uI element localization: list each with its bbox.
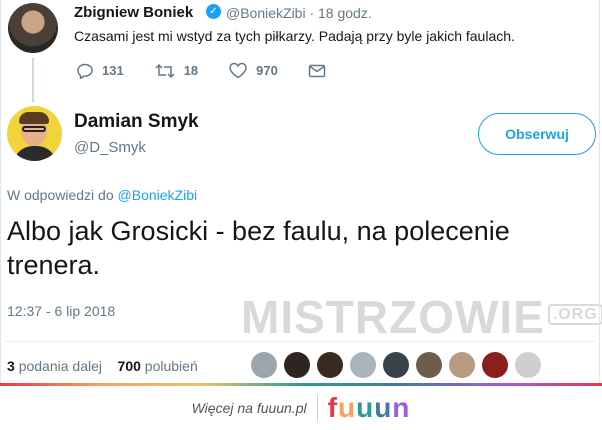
follow-button[interactable]: Obserwuj xyxy=(478,113,596,155)
tweet-timestamp[interactable]: 12:37 - 6 lip 2018 xyxy=(7,303,115,319)
liker-avatar[interactable] xyxy=(383,352,409,378)
liker-avatar[interactable] xyxy=(416,352,442,378)
like-action[interactable]: 970 xyxy=(228,62,278,79)
liker-avatar[interactable] xyxy=(350,352,376,378)
stats-divider xyxy=(5,341,595,342)
reply-author-handle[interactable]: @D_Smyk xyxy=(74,139,146,156)
mistrzowie-watermark: MISTRZOWIE .ORG xyxy=(241,290,602,344)
reply-action[interactable]: 131 xyxy=(76,63,124,79)
likers-avatars xyxy=(251,352,548,378)
liker-avatar[interactable] xyxy=(284,352,310,378)
parent-author-name[interactable]: Zbigniew Boniek xyxy=(74,4,193,21)
boniek-avatar[interactable] xyxy=(8,3,58,53)
reply-to-link[interactable]: @BoniekZibi xyxy=(118,187,198,203)
liker-avatar[interactable] xyxy=(515,352,541,378)
footer-separator xyxy=(316,395,318,421)
liker-avatar[interactable] xyxy=(251,352,277,378)
reply-prefix: W odpowiedzi do xyxy=(7,187,114,203)
thread-connector xyxy=(32,58,34,102)
more-link[interactable]: Więcej na fuuun.pl xyxy=(192,400,307,416)
engagement-stats: 3 podania dalej 700 polubień xyxy=(7,358,198,374)
reply-author-name[interactable]: Damian Smyk xyxy=(74,111,199,133)
like-count: 970 xyxy=(256,63,278,78)
retweet-total[interactable]: 3 xyxy=(7,358,15,374)
smyk-avatar[interactable] xyxy=(7,106,62,161)
reply-tweet-text: Albo jak Grosicki - bez faulu, na polece… xyxy=(7,216,510,280)
liker-avatar[interactable] xyxy=(317,352,343,378)
liker-avatar[interactable] xyxy=(482,352,508,378)
parent-handle-time[interactable]: @BoniekZibi · 18 godz. xyxy=(226,5,372,21)
retweet-count: 18 xyxy=(183,63,199,78)
retweet-total-label: podania dalej xyxy=(18,358,102,374)
reply-context: W odpowiedzi do @BoniekZibi xyxy=(7,187,197,203)
envelope-icon xyxy=(308,64,326,77)
fuuun-logo[interactable]: fuuun xyxy=(328,392,411,424)
like-total-label: polubień xyxy=(144,358,198,374)
retweet-action[interactable]: 18 xyxy=(154,63,198,79)
heart-icon xyxy=(229,62,247,79)
reply-count: 131 xyxy=(102,63,124,78)
parent-actions: 131 18 970 xyxy=(76,62,364,79)
reply-icon xyxy=(77,63,93,79)
retweet-icon xyxy=(155,63,175,78)
like-total[interactable]: 700 xyxy=(118,358,141,374)
site-footer: Więcej na fuuun.pl fuuun xyxy=(0,386,602,430)
liker-avatar[interactable] xyxy=(449,352,475,378)
parent-tweet-text: Czasami jest mi wstyd za tych piłkarzy. … xyxy=(74,28,515,44)
verified-badge-icon: ✓ xyxy=(206,4,221,19)
tweet-card: Zbigniew Boniek ✓ @BoniekZibi · 18 godz.… xyxy=(0,0,602,383)
message-action[interactable] xyxy=(308,64,334,78)
